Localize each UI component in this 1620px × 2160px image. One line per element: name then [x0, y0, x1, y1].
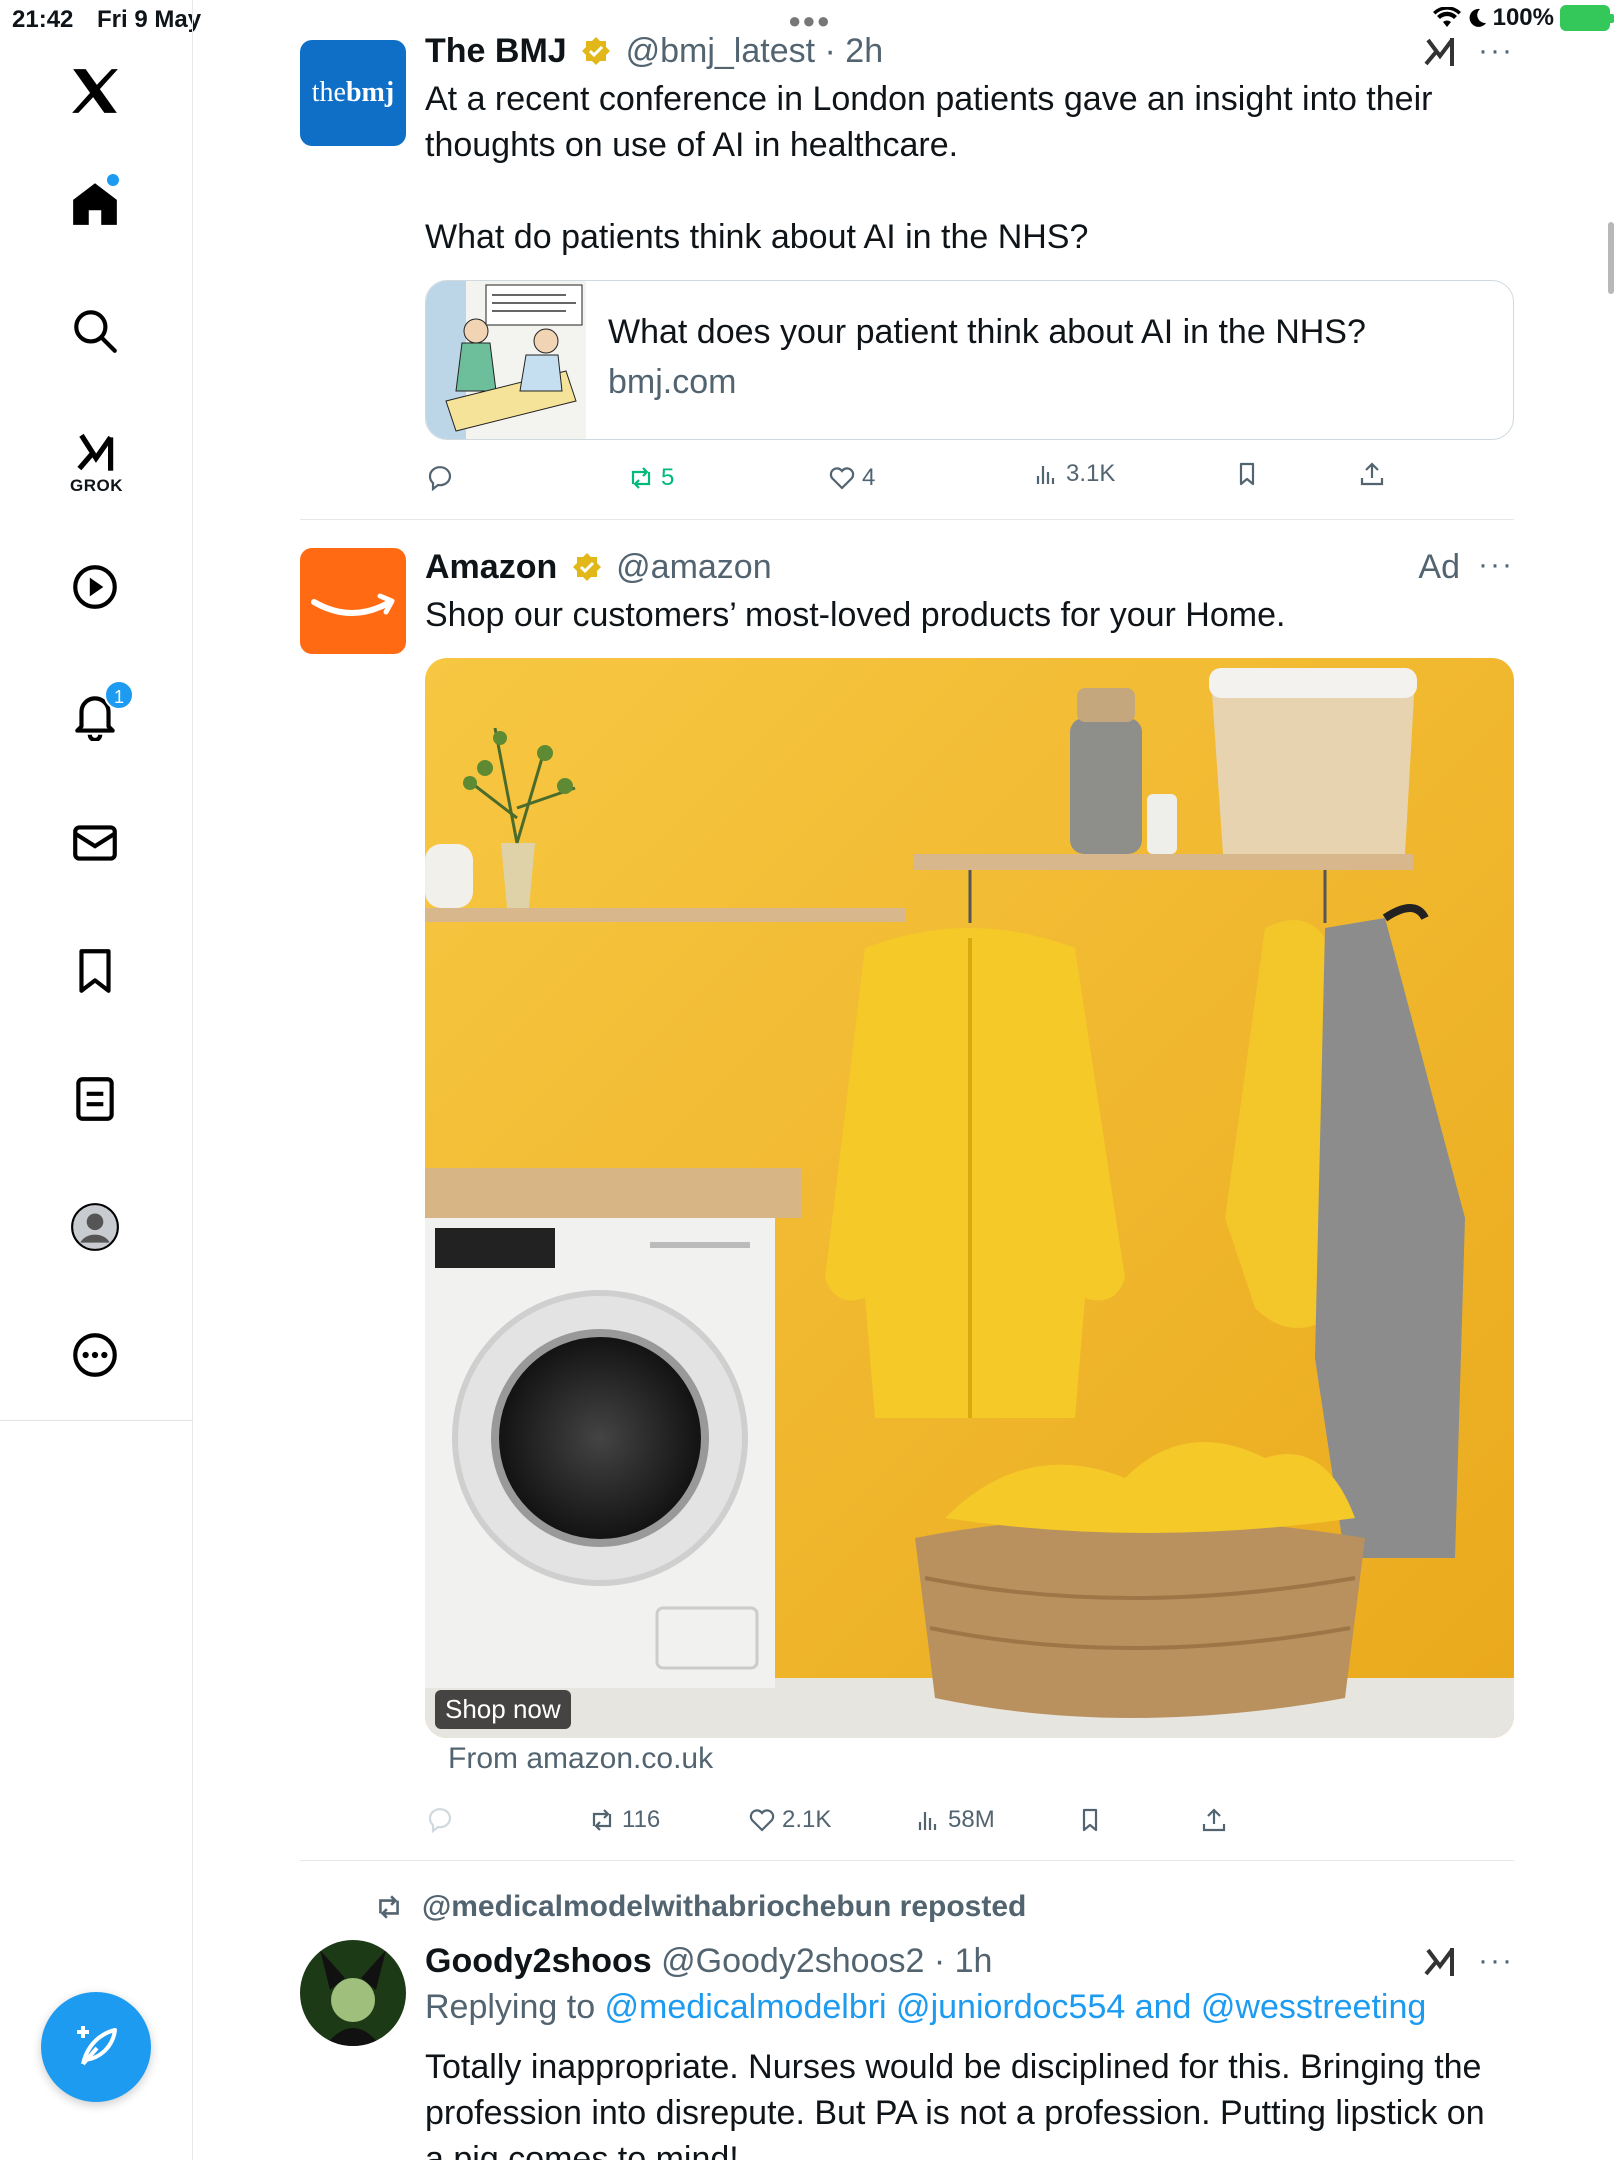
bookmark-icon [1082, 1808, 1098, 1832]
messages-mail-icon[interactable] [66, 814, 124, 872]
bookmarks-icon[interactable] [66, 942, 124, 1000]
avatar-bmj-text-a: the [311, 77, 346, 108]
like-button[interactable]: 4 [828, 464, 875, 492]
reposted-by[interactable]: @medicalmodelwithabriochebun reposted [422, 1890, 1026, 1924]
reply-button[interactable] [426, 464, 454, 492]
repost-context-icon [379, 1895, 399, 1919]
grok-label: GROK [70, 476, 123, 495]
share-button[interactable] [1358, 460, 1386, 488]
ad-label: Ad [1418, 548, 1460, 586]
repost-icon [592, 1809, 612, 1831]
link-card-domain: bmj.com [608, 363, 737, 401]
post-more-icon[interactable]: ··· [1478, 34, 1514, 68]
reply-icon [428, 1808, 452, 1834]
x-logo-icon[interactable] [66, 62, 124, 120]
ad-image[interactable]: Shop now [425, 658, 1514, 1738]
avatar-bmj-text-b: bmj [345, 77, 395, 108]
avatar-bmj[interactable]: the bmj [300, 40, 406, 146]
post-text: At a recent conference in London patient… [425, 80, 1433, 164]
link-card-title: What does your patient think about AI in… [608, 313, 1366, 351]
repost-count: 5 [661, 464, 675, 491]
repost-count: 116 [622, 1806, 661, 1833]
share-upload-icon [1202, 1808, 1226, 1832]
ad-source[interactable]: From amazon.co.uk [448, 1742, 713, 1776]
replying-to: Replying to @medicalmodelbri @juniordoc5… [425, 1984, 1426, 2030]
compose-feather-icon [77, 2026, 117, 2066]
post-text-2: What do patients think about AI in the N… [425, 218, 1089, 256]
avatar-amazon[interactable] [300, 548, 406, 654]
share-upload-icon [1360, 462, 1384, 486]
heart-icon [829, 467, 855, 490]
avatar-goody2shoos-image [300, 1940, 406, 2046]
post-more-icon[interactable]: ··· [1478, 548, 1514, 582]
bookmark-button[interactable] [1076, 1806, 1104, 1834]
author-handle[interactable]: @amazon [616, 548, 771, 586]
bookmark-icon [1239, 462, 1255, 486]
like-count: 2.1K [782, 1806, 832, 1833]
author-handle[interactable]: @bmj_latest [626, 32, 815, 70]
replying-prefix: Replying to [425, 1988, 605, 2026]
compose-post-button[interactable] [41, 1992, 151, 2102]
scrollbar[interactable] [1608, 222, 1614, 294]
notifications-bell-icon[interactable]: 1 [66, 680, 134, 744]
heart-icon [749, 1809, 775, 1832]
avatar-goody2shoos[interactable] [300, 1940, 406, 2046]
grok-explain-icon[interactable] [1422, 1944, 1460, 1978]
bookmark-button[interactable] [1233, 460, 1261, 488]
author-name[interactable]: Amazon [425, 548, 557, 586]
grok-icon[interactable] [66, 424, 124, 482]
grok-explain-icon[interactable] [1422, 34, 1460, 68]
views-button[interactable]: 58M [914, 1806, 995, 1834]
post-text: Totally inappropriate. Nurses would be d… [425, 2048, 1485, 2160]
link-card-thumbnail [426, 281, 586, 439]
shop-now-button[interactable]: Shop now [435, 1690, 571, 1729]
sidebar: GROK 1 [0, 0, 193, 2160]
more-options-icon[interactable] [66, 1326, 124, 1384]
sidebar-divider [0, 1420, 193, 1421]
repost-button[interactable]: 5 [627, 464, 674, 492]
like-button[interactable]: 2.1K [748, 1806, 831, 1834]
reply-icon [428, 466, 452, 492]
verified-gold-badge-icon [582, 37, 611, 65]
views-chart-icon [1036, 466, 1055, 484]
profile-avatar-icon[interactable] [66, 1198, 124, 1256]
laundry-room-photo [425, 658, 1514, 1738]
view-count: 3.1K [1066, 460, 1116, 487]
like-count: 4 [862, 464, 876, 491]
reply-button[interactable] [426, 1806, 454, 1834]
link-card[interactable]: What does your patient think about AI in… [425, 280, 1514, 440]
views-button[interactable]: 3.1K [1032, 460, 1115, 488]
post-header: The BMJ @bmj_latest · 2h [425, 32, 884, 70]
post-header: Goody2shoos @Goody2shoos2 · 1h [425, 1942, 993, 1980]
post-text: Shop our customers’ most-loved products … [425, 596, 1286, 634]
share-button[interactable] [1200, 1806, 1228, 1834]
author-name[interactable]: Goody2shoos [425, 1942, 652, 1980]
video-play-icon[interactable] [66, 558, 124, 616]
home-icon[interactable] [66, 174, 124, 232]
replying-to-links[interactable]: @medicalmodelbri @juniordoc554 and @wess… [605, 1988, 1427, 2026]
amazon-smile-logo [311, 593, 395, 616]
verified-gold-badge-icon [572, 553, 601, 581]
view-count: 58M [948, 1806, 995, 1833]
post-more-icon[interactable]: ··· [1478, 1944, 1514, 1978]
views-chart-icon [918, 1812, 937, 1830]
repost-icon [631, 467, 651, 489]
home-unread-dot [107, 174, 119, 186]
notifications-badge: 1 [104, 680, 134, 710]
author-name[interactable]: The BMJ [425, 32, 567, 70]
post-time[interactable]: 2h [845, 32, 883, 70]
repost-button[interactable]: 116 [588, 1806, 660, 1834]
search-icon[interactable] [66, 302, 124, 360]
post-amazon-ad[interactable]: Amazon @amazon Ad ··· Shop our customers… [300, 520, 1514, 1860]
post-goody2shoos[interactable]: @medicalmodelwithabriochebun reposted Go… [300, 1860, 1514, 2160]
author-handle[interactable]: @Goody2shoos2 [661, 1942, 924, 1980]
lists-icon[interactable] [66, 1070, 124, 1128]
post-bmj[interactable]: the bmj The BMJ @bmj_latest · 2h ··· At a… [300, 0, 1514, 520]
battery-icon [1560, 5, 1614, 31]
repost-context: @medicalmodelwithabriochebun reposted [374, 1890, 1026, 1924]
post-time[interactable]: 1h [955, 1942, 993, 1980]
post-header: Amazon @amazon [425, 544, 772, 590]
